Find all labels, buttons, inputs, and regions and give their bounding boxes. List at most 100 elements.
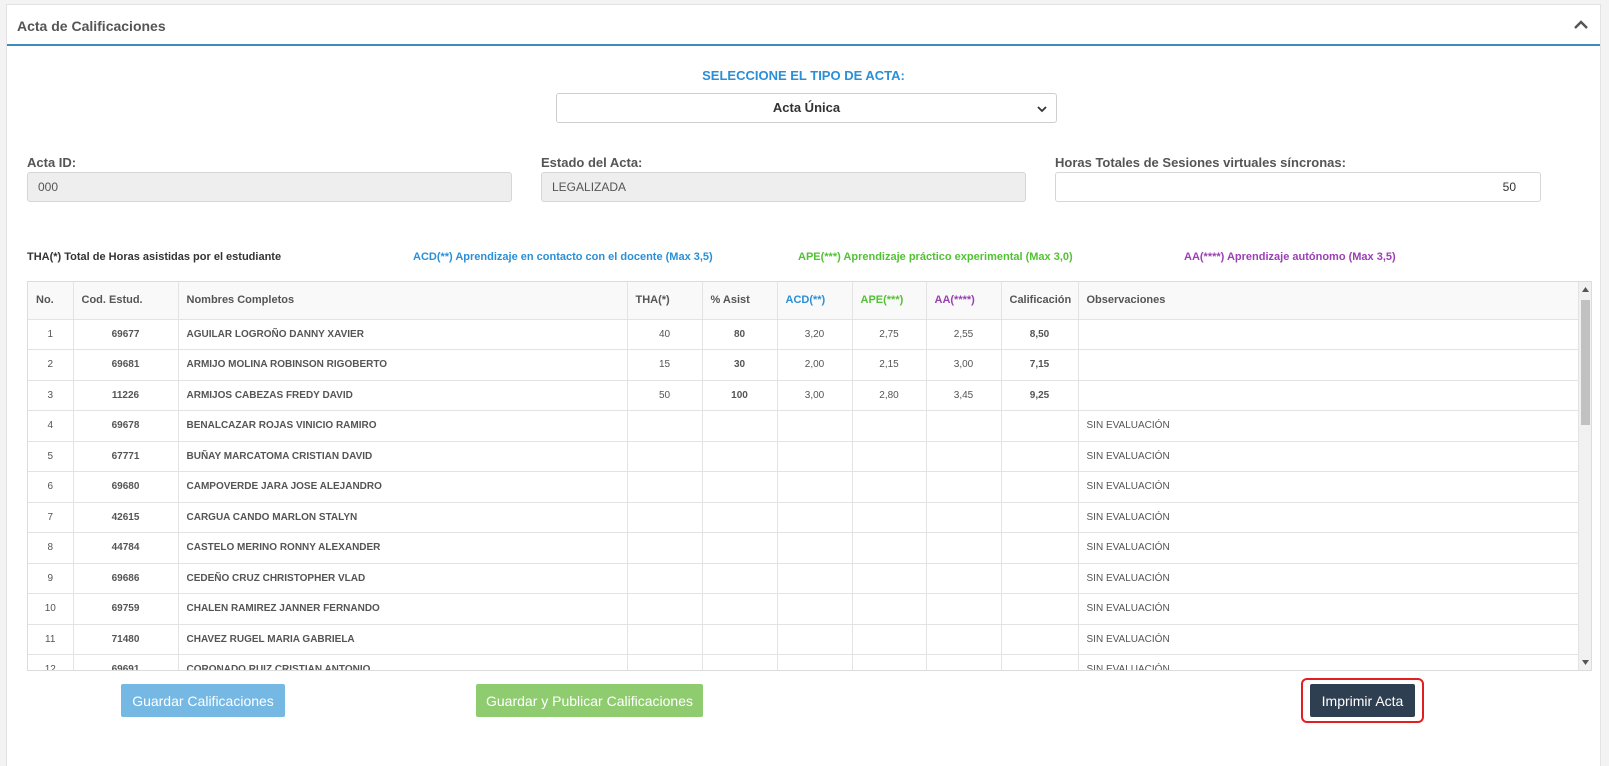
cell-obs: SIN EVALUACIÓN [1078, 532, 1581, 564]
cell-calif [1001, 502, 1079, 533]
cell-cod: 71480 [73, 624, 179, 655]
cell-tha: 15 [627, 349, 703, 381]
table-row: 3 11226 ARMIJOS CABEZAS FREDY DAVID 50 100 3,… [28, 380, 1581, 411]
grades-table: No. Cod. Estud. Nombres Completos THA(*)… [28, 282, 1581, 670]
horas-label: Horas Totales de Sesiones virtuales sínc… [1055, 155, 1346, 170]
cell-acd [777, 532, 853, 564]
col-obs: Observaciones [1078, 282, 1581, 320]
table-row: 8 44784 CASTELO MERINO RONNY ALEXANDER SIN … [28, 532, 1581, 564]
col-aa: AA(****) [926, 282, 1002, 320]
cell-asist [702, 532, 778, 564]
table-scrollbar[interactable] [1578, 282, 1591, 670]
cell-calif: 8,50 [1001, 319, 1079, 350]
cell-cod: 69681 [73, 349, 179, 381]
cell-obs [1078, 349, 1581, 381]
cell-cod: 42615 [73, 502, 179, 533]
cell-no: 1 [28, 319, 74, 350]
cell-tha [627, 593, 703, 625]
cell-cod: 69680 [73, 471, 179, 503]
col-nombres: Nombres Completos [178, 282, 628, 320]
table-row: 10 69759 CHALEN RAMIREZ JANNER FERNANDO SIN… [28, 593, 1581, 625]
cell-acd [777, 654, 853, 670]
acta-type-selected: Acta Única [772, 100, 841, 115]
cell-calif: 9,25 [1001, 380, 1079, 411]
col-no: No. [28, 282, 74, 320]
cell-nombre: CAMPOVERDE JARA JOSE ALEJANDRO [178, 471, 628, 503]
cell-ape [852, 563, 927, 594]
cell-asist [702, 441, 778, 472]
legend-tha: THA(*) Total de Horas asistidas por el e… [27, 251, 282, 263]
cell-calif [1001, 624, 1079, 655]
cell-obs [1078, 380, 1581, 411]
cell-asist [702, 410, 778, 442]
table-row: 2 69681 ARMIJO MOLINA ROBINSON RIGOBERTO 15… [28, 349, 1581, 381]
table-row: 11 71480 CHAVEZ RUGEL MARIA GABRIELA SIN EV… [28, 624, 1581, 655]
cell-calif [1001, 410, 1079, 442]
acta-type-select[interactable]: Acta Única [556, 93, 1057, 123]
cell-tha: 40 [627, 319, 703, 350]
cell-tha [627, 624, 703, 655]
cell-obs: SIN EVALUACIÓN [1078, 471, 1581, 503]
cell-ape [852, 654, 927, 670]
cell-obs: SIN EVALUACIÓN [1078, 441, 1581, 472]
cell-ape: 2,15 [852, 349, 927, 381]
panel-title: Acta de Calificaciones [17, 18, 166, 34]
cell-asist: 30 [702, 349, 778, 381]
cell-aa [926, 410, 1002, 442]
col-ape: APE(***) [852, 282, 927, 320]
cell-cod: 67771 [73, 441, 179, 472]
cell-cod: 69691 [73, 654, 179, 670]
table-row: 6 69680 CAMPOVERDE JARA JOSE ALEJANDRO SIN … [28, 471, 1581, 503]
cell-tha: 50 [627, 380, 703, 411]
cell-aa [926, 593, 1002, 625]
scroll-thumb[interactable] [1581, 300, 1590, 425]
imprimir-acta-button[interactable]: Imprimir Acta [1310, 684, 1415, 717]
acta-id-label: Acta ID: [27, 155, 77, 170]
cell-obs [1078, 319, 1581, 350]
horas-input[interactable]: 50 [1055, 172, 1541, 202]
chevron-down-icon [1037, 106, 1047, 113]
cell-acd [777, 593, 853, 625]
cell-aa [926, 624, 1002, 655]
cell-cod: 69678 [73, 410, 179, 442]
guardar-publicar-button[interactable]: Guardar y Publicar Calificaciones [476, 684, 703, 717]
cell-nombre: CEDEÑO CRUZ CHRISTOPHER VLAD [178, 563, 628, 594]
cell-ape [852, 502, 927, 533]
guardar-calificaciones-button[interactable]: Guardar Calificaciones [121, 684, 285, 717]
cell-nombre: CARGUA CANDO MARLON STALYN [178, 502, 628, 533]
chevron-up-icon[interactable] [1572, 16, 1590, 34]
cell-obs: SIN EVALUACIÓN [1078, 593, 1581, 625]
cell-cod: 69759 [73, 593, 179, 625]
cell-aa [926, 654, 1002, 670]
cell-obs: SIN EVALUACIÓN [1078, 502, 1581, 533]
cell-no: 12 [28, 654, 74, 670]
cell-asist: 80 [702, 319, 778, 350]
cell-calif [1001, 471, 1079, 503]
cell-asist [702, 654, 778, 670]
cell-no: 11 [28, 624, 74, 655]
cell-acd [777, 502, 853, 533]
cell-cod: 44784 [73, 532, 179, 564]
table-row: 1 69677 AGUILAR LOGROÑO DANNY XAVIER 40 80 3,… [28, 319, 1581, 350]
cell-aa [926, 471, 1002, 503]
legend-aa: AA(****) Aprendizaje autónomo (Max 3,5) [1184, 251, 1396, 263]
acta-id-field: 000 [27, 172, 512, 202]
cell-calif [1001, 563, 1079, 594]
cell-nombre: ARMIJOS CABEZAS FREDY DAVID [178, 380, 628, 411]
cell-ape [852, 593, 927, 625]
cell-no: 7 [28, 502, 74, 533]
scroll-down-icon[interactable] [1582, 659, 1589, 666]
cell-calif [1001, 654, 1079, 670]
scroll-up-icon[interactable] [1582, 286, 1589, 293]
cell-aa: 3,00 [926, 349, 1002, 381]
col-tha: THA(*) [627, 282, 703, 320]
cell-nombre: CORONADO RUIZ CRISTIAN ANTONIO [178, 654, 628, 670]
cell-no: 2 [28, 349, 74, 381]
cell-asist: 100 [702, 380, 778, 411]
cell-tha [627, 502, 703, 533]
cell-aa: 3,45 [926, 380, 1002, 411]
acta-type-label: SELECCIONE EL TIPO DE ACTA: [702, 68, 905, 83]
cell-asist [702, 502, 778, 533]
cell-asist [702, 471, 778, 503]
cell-obs: SIN EVALUACIÓN [1078, 563, 1581, 594]
